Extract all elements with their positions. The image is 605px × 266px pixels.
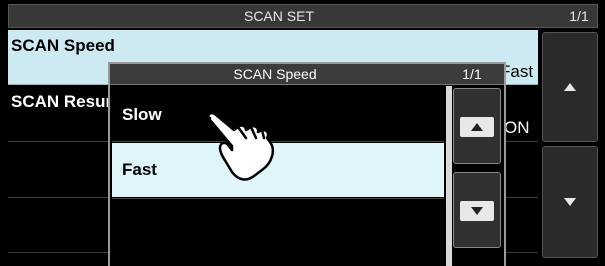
- transceiver-screen: SCAN SET 1/1 SCAN Speed Fast SCAN Resume…: [0, 0, 605, 266]
- dialog-down-button-face: [460, 201, 494, 221]
- pointing-hand-icon: [198, 109, 274, 181]
- screen-title: SCAN SET: [243, 8, 314, 24]
- row-value: ON: [504, 118, 530, 137]
- option-label: Slow: [122, 105, 162, 124]
- triangle-down-icon: [471, 207, 483, 215]
- dialog-page-indicator: 1/1: [462, 66, 482, 82]
- dialog-up-button[interactable]: [453, 88, 501, 164]
- row-label: SCAN Speed: [11, 36, 115, 55]
- scroll-down-button[interactable]: [542, 146, 598, 258]
- dialog-down-button[interactable]: [453, 172, 501, 248]
- option-empty: [112, 198, 444, 264]
- dialog-title-bar: SCAN Speed 1/1: [110, 64, 504, 85]
- scroll-up-button[interactable]: [542, 32, 598, 142]
- triangle-up-icon: [564, 83, 576, 91]
- dialog-scrollbar[interactable]: [446, 86, 452, 266]
- scan-speed-dialog: SCAN Speed 1/1 Slow Fast: [108, 62, 506, 266]
- title-bar: SCAN SET 1/1: [8, 4, 598, 28]
- triangle-up-icon: [471, 123, 483, 131]
- option-label: Fast: [122, 160, 157, 179]
- page-indicator: 1/1: [569, 8, 589, 24]
- dialog-up-button-face: [460, 117, 494, 137]
- triangle-down-icon: [564, 198, 576, 206]
- dialog-title: SCAN Speed: [233, 66, 317, 82]
